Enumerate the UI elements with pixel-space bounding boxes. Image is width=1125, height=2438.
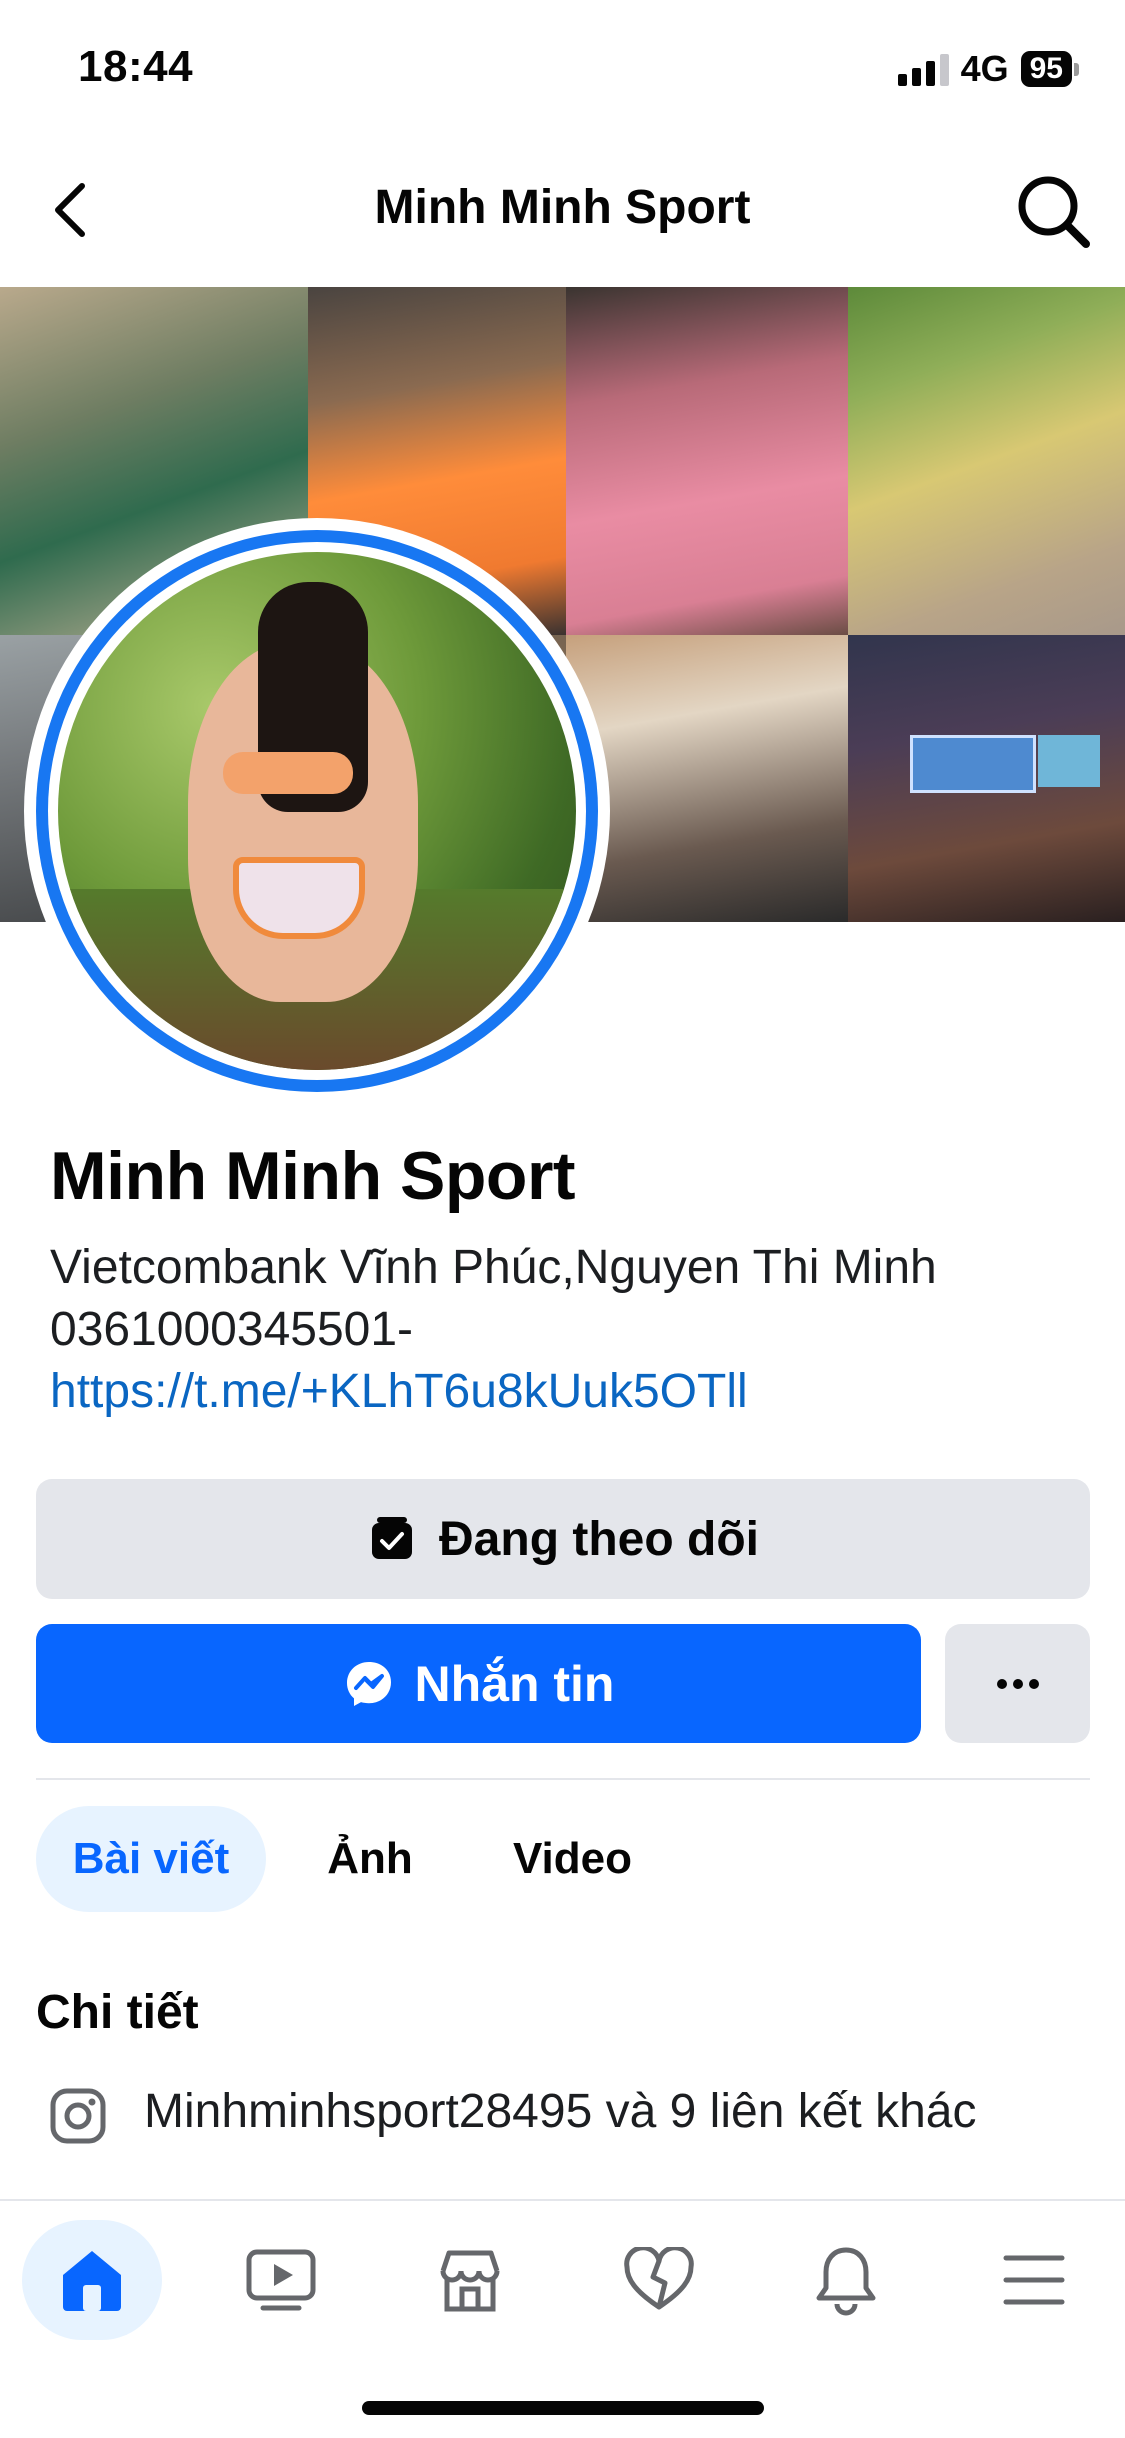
- following-check-icon: [372, 1517, 413, 1559]
- home-icon: [63, 2251, 121, 2311]
- following-button[interactable]: Đang theo dõi: [36, 1479, 1090, 1599]
- message-button[interactable]: Nhắn tin: [36, 1624, 921, 1743]
- nav-menu[interactable]: [964, 2220, 1104, 2340]
- dating-icon: [624, 2247, 694, 2310]
- tab-posts[interactable]: Bài viết: [36, 1806, 266, 1912]
- following-label: Đang theo dõi: [439, 1512, 759, 1566]
- home-indicator[interactable]: [362, 2401, 764, 2415]
- nav-video[interactable]: [211, 2220, 351, 2340]
- network-type: 4G: [960, 48, 1009, 89]
- details-heading: Chi tiết: [36, 1986, 199, 2039]
- profile-avatar[interactable]: [24, 518, 610, 1104]
- tab-photos[interactable]: Ảnh: [300, 1806, 440, 1912]
- cover-tile: [848, 635, 1125, 922]
- status-time: 18:44: [78, 42, 194, 91]
- bio-text: Vietcombank Vĩnh Phúc,Nguyen Thi Minh 03…: [50, 1241, 937, 1356]
- instagram-icon: [48, 2086, 108, 2146]
- nav-marketplace[interactable]: [400, 2220, 540, 2340]
- nav-notifications[interactable]: [776, 2220, 916, 2340]
- more-horizontal-icon: [996, 1678, 1039, 1689]
- cover-tile: [566, 287, 848, 635]
- messenger-icon: [346, 1661, 391, 1706]
- profile-bio: Vietcombank Vĩnh Phúc,Nguyen Thi Minh 03…: [50, 1237, 1080, 1423]
- battery-icon: 95: [1020, 51, 1079, 87]
- nav-home[interactable]: [22, 2220, 162, 2340]
- battery-level: 95: [1020, 51, 1072, 87]
- signal-icon: [897, 52, 949, 86]
- instagram-links[interactable]: Minhminhsport28495 và 9 liên kết khác: [144, 2084, 976, 2139]
- tab-videos[interactable]: Video: [490, 1806, 655, 1912]
- search-icon[interactable]: [1010, 168, 1094, 252]
- nav-dating[interactable]: [589, 2220, 729, 2340]
- menu-icon: [1003, 2255, 1065, 2305]
- avatar-image: [58, 552, 576, 1070]
- bio-link[interactable]: https://t.me/+KLhT6u8kUuk5OTll: [50, 1365, 748, 1418]
- profile-name: Minh Minh Sport: [50, 1138, 576, 1214]
- cover-tile: [848, 287, 1125, 635]
- page-title: Minh Minh Sport: [374, 181, 751, 234]
- message-label: Nhắn tin: [414, 1655, 615, 1712]
- status-indicators: 4G 95: [897, 48, 1079, 90]
- video-icon: [246, 2249, 316, 2311]
- notifications-icon: [816, 2247, 876, 2316]
- marketplace-icon: [440, 2250, 500, 2312]
- divider: [36, 1778, 1090, 1780]
- more-button[interactable]: [945, 1624, 1090, 1743]
